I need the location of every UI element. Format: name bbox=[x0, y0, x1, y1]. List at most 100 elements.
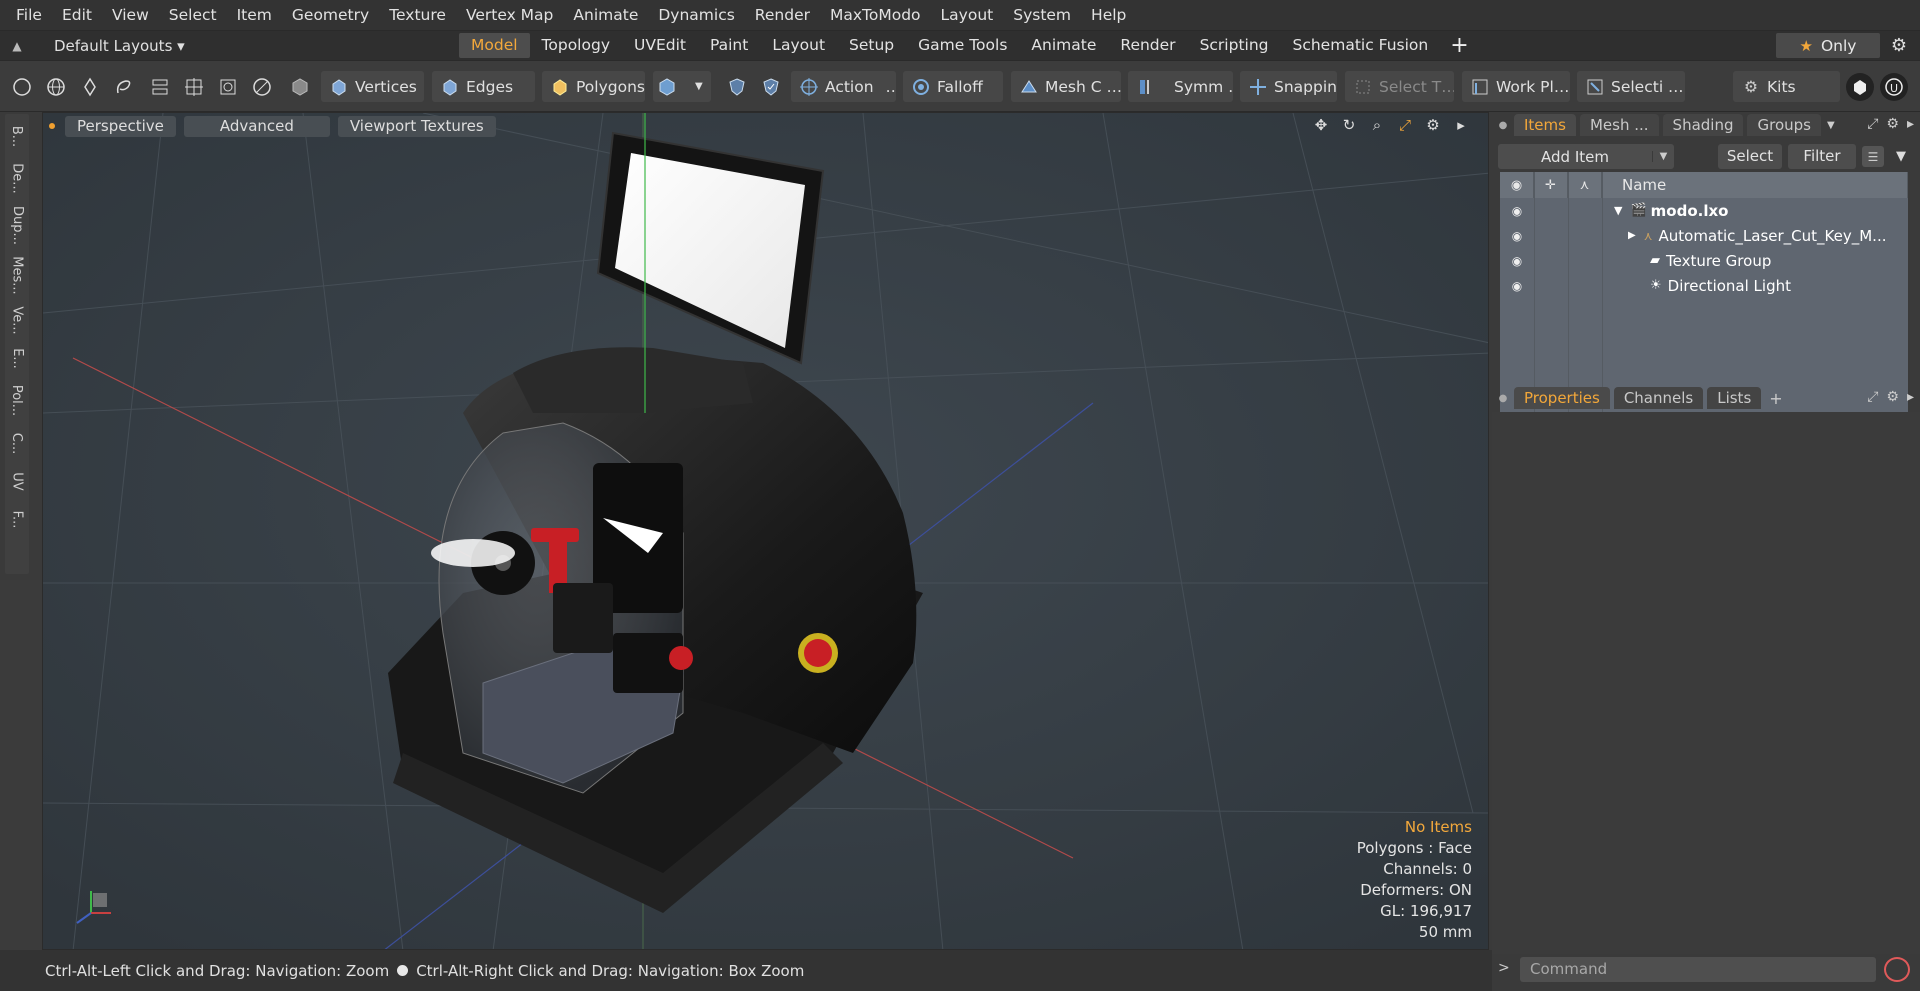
maximize-icon[interactable]: ⤢ bbox=[1396, 116, 1414, 134]
tab-properties[interactable]: Properties bbox=[1514, 387, 1610, 409]
menu-view[interactable]: View bbox=[102, 6, 159, 24]
selection-sets-button[interactable]: Selecti … bbox=[1577, 71, 1685, 102]
strip-tab-uv[interactable]: UV bbox=[5, 464, 29, 498]
funnel-filter-icon[interactable]: ▼ bbox=[1890, 146, 1912, 167]
add-tab-plus-icon[interactable]: + bbox=[1769, 389, 1782, 408]
material-mode-button[interactable]: ▼ bbox=[653, 71, 711, 102]
visibility-eye-icon[interactable]: ◉ bbox=[1500, 204, 1534, 218]
menu-render[interactable]: Render bbox=[745, 6, 820, 24]
action-center-button[interactable]: Action … bbox=[791, 71, 896, 102]
tab-game-tools[interactable]: Game Tools bbox=[906, 33, 1019, 58]
tab-model[interactable]: Model bbox=[459, 33, 530, 58]
strip-tab-edge[interactable]: E... bbox=[5, 342, 29, 374]
strip-tab-vertex[interactable]: Ve... bbox=[5, 302, 29, 338]
axis-column-icon[interactable]: ⋏ bbox=[1568, 172, 1602, 198]
layout-selector[interactable]: Default Layouts ▾ bbox=[34, 37, 185, 55]
record-macro-icon[interactable] bbox=[1884, 957, 1910, 982]
lock-column-icon[interactable]: ✛ bbox=[1534, 172, 1568, 198]
symmetry-button[interactable]: Symm … bbox=[1128, 71, 1233, 102]
gear-icon[interactable]: ⚙ bbox=[1884, 33, 1914, 58]
strip-tab-duplicate[interactable]: Dup... bbox=[5, 202, 29, 248]
pan-icon[interactable]: ✥ bbox=[1312, 116, 1330, 134]
collapse-triangle-icon[interactable]: ▼ bbox=[1614, 204, 1622, 217]
visibility-eye-icon[interactable]: ◉ bbox=[1500, 254, 1534, 268]
menu-select[interactable]: Select bbox=[159, 6, 227, 24]
strip-tab-basic[interactable]: B... bbox=[5, 118, 29, 154]
tab-schematic-fusion[interactable]: Schematic Fusion bbox=[1281, 33, 1441, 58]
panel-arrow-icon[interactable]: ▸ bbox=[1907, 389, 1914, 405]
panel-arrow-icon[interactable]: ▸ bbox=[1907, 116, 1914, 132]
visibility-column-eye-icon[interactable]: ◉ bbox=[1500, 172, 1534, 198]
shading-mode-advanced[interactable]: Advanced bbox=[183, 115, 330, 137]
strip-tab-curve[interactable]: C... bbox=[5, 426, 29, 460]
menu-edit[interactable]: Edit bbox=[52, 6, 102, 24]
only-toggle[interactable]: ★ Only bbox=[1776, 33, 1880, 58]
polygons-button[interactable]: Polygons bbox=[542, 71, 645, 102]
strip-tab-polygon[interactable]: Pol... bbox=[5, 378, 29, 422]
tab-lists[interactable]: Lists bbox=[1707, 387, 1762, 409]
pen-tool-icon[interactable] bbox=[76, 73, 104, 101]
globe-icon[interactable] bbox=[42, 73, 70, 101]
filter-button[interactable]: Filter bbox=[1788, 144, 1856, 169]
tab-items[interactable]: Items bbox=[1514, 114, 1576, 136]
tab-paint[interactable]: Paint bbox=[698, 33, 760, 58]
tab-mesh[interactable]: Mesh ... bbox=[1579, 114, 1659, 136]
name-column-header[interactable]: Name bbox=[1602, 172, 1908, 198]
tab-uvedit[interactable]: UVEdit bbox=[622, 33, 698, 58]
viewport-textures-toggle[interactable]: Viewport Textures bbox=[337, 115, 496, 137]
collapse-up-icon[interactable]: ▲ bbox=[0, 31, 34, 60]
tab-shading[interactable]: Shading bbox=[1662, 114, 1744, 136]
unreal-logo-icon[interactable]: U bbox=[1880, 73, 1908, 101]
vertices-button[interactable]: Vertices bbox=[321, 71, 424, 102]
menu-geometry[interactable]: Geometry bbox=[282, 6, 379, 24]
shield-icon[interactable] bbox=[723, 73, 751, 101]
menu-layout[interactable]: Layout bbox=[931, 6, 1004, 24]
menu-animate[interactable]: Animate bbox=[563, 6, 648, 24]
menu-help[interactable]: Help bbox=[1081, 6, 1136, 24]
menu-maxtomodo[interactable]: MaxToModo bbox=[820, 6, 931, 24]
view-type-perspective[interactable]: Perspective bbox=[65, 115, 176, 137]
tab-groups[interactable]: Groups bbox=[1747, 114, 1821, 136]
lasso-icon[interactable] bbox=[110, 73, 138, 101]
frame-icon[interactable] bbox=[214, 73, 242, 101]
menu-vertex-map[interactable]: Vertex Map bbox=[456, 6, 563, 24]
edges-button[interactable]: Edges bbox=[432, 71, 535, 102]
add-item-button[interactable]: Add Item ▼ bbox=[1498, 144, 1674, 169]
list-item[interactable]: ◉ ▰ Texture Group bbox=[1500, 248, 1908, 273]
tab-setup[interactable]: Setup bbox=[837, 33, 906, 58]
tab-topology[interactable]: Topology bbox=[530, 33, 622, 58]
kits-button[interactable]: ⚙ Kits bbox=[1733, 71, 1840, 102]
select-button[interactable]: Select bbox=[1718, 144, 1782, 169]
panel-expand-icon[interactable]: ⤢ bbox=[1867, 389, 1878, 405]
list-options-icon[interactable]: ☰ bbox=[1862, 146, 1884, 167]
rotate-icon[interactable]: ↻ bbox=[1340, 116, 1358, 134]
falloff-button[interactable]: Falloff bbox=[903, 71, 1003, 102]
shield-check-icon[interactable] bbox=[757, 73, 785, 101]
bridge-icon[interactable] bbox=[146, 73, 174, 101]
tab-layout[interactable]: Layout bbox=[760, 33, 837, 58]
command-input[interactable]: Command bbox=[1520, 957, 1876, 982]
list-item[interactable]: ◉ ▶ ⋏ Automatic_Laser_Cut_Key_M... bbox=[1500, 223, 1908, 248]
strip-tab-mesh-edit[interactable]: Mes... bbox=[5, 252, 29, 298]
tab-animate[interactable]: Animate bbox=[1019, 33, 1108, 58]
menu-system[interactable]: System bbox=[1003, 6, 1081, 24]
snapping-button[interactable]: Snapping bbox=[1240, 71, 1337, 102]
work-plane-button[interactable]: Work Pl… bbox=[1462, 71, 1570, 102]
viewport-menu-dot-icon[interactable] bbox=[49, 123, 55, 129]
sphere-outline-icon[interactable] bbox=[248, 73, 276, 101]
mesh-constraint-button[interactable]: Mesh C … bbox=[1011, 71, 1121, 102]
tab-render[interactable]: Render bbox=[1108, 33, 1187, 58]
viewport-gear-icon[interactable]: ⚙ bbox=[1424, 116, 1442, 134]
visibility-eye-icon[interactable]: ◉ bbox=[1500, 229, 1534, 243]
modo-logo-icon[interactable] bbox=[1846, 73, 1874, 101]
zoom-icon[interactable]: ⌕ bbox=[1368, 116, 1386, 134]
expand-triangle-icon[interactable]: ▶ bbox=[1628, 230, 1636, 241]
menu-item[interactable]: Item bbox=[227, 6, 282, 24]
select-through-button[interactable]: Select T… bbox=[1345, 71, 1454, 102]
tabs-overflow-chevron-icon[interactable]: ▼ bbox=[1827, 120, 1835, 131]
add-tab-icon[interactable]: + bbox=[1440, 33, 1478, 58]
tab-channels[interactable]: Channels bbox=[1613, 387, 1704, 409]
visibility-eye-icon[interactable]: ◉ bbox=[1500, 279, 1534, 293]
3d-viewport[interactable]: Perspective Advanced Viewport Textures ✥… bbox=[42, 112, 1489, 950]
menu-texture[interactable]: Texture bbox=[379, 6, 456, 24]
